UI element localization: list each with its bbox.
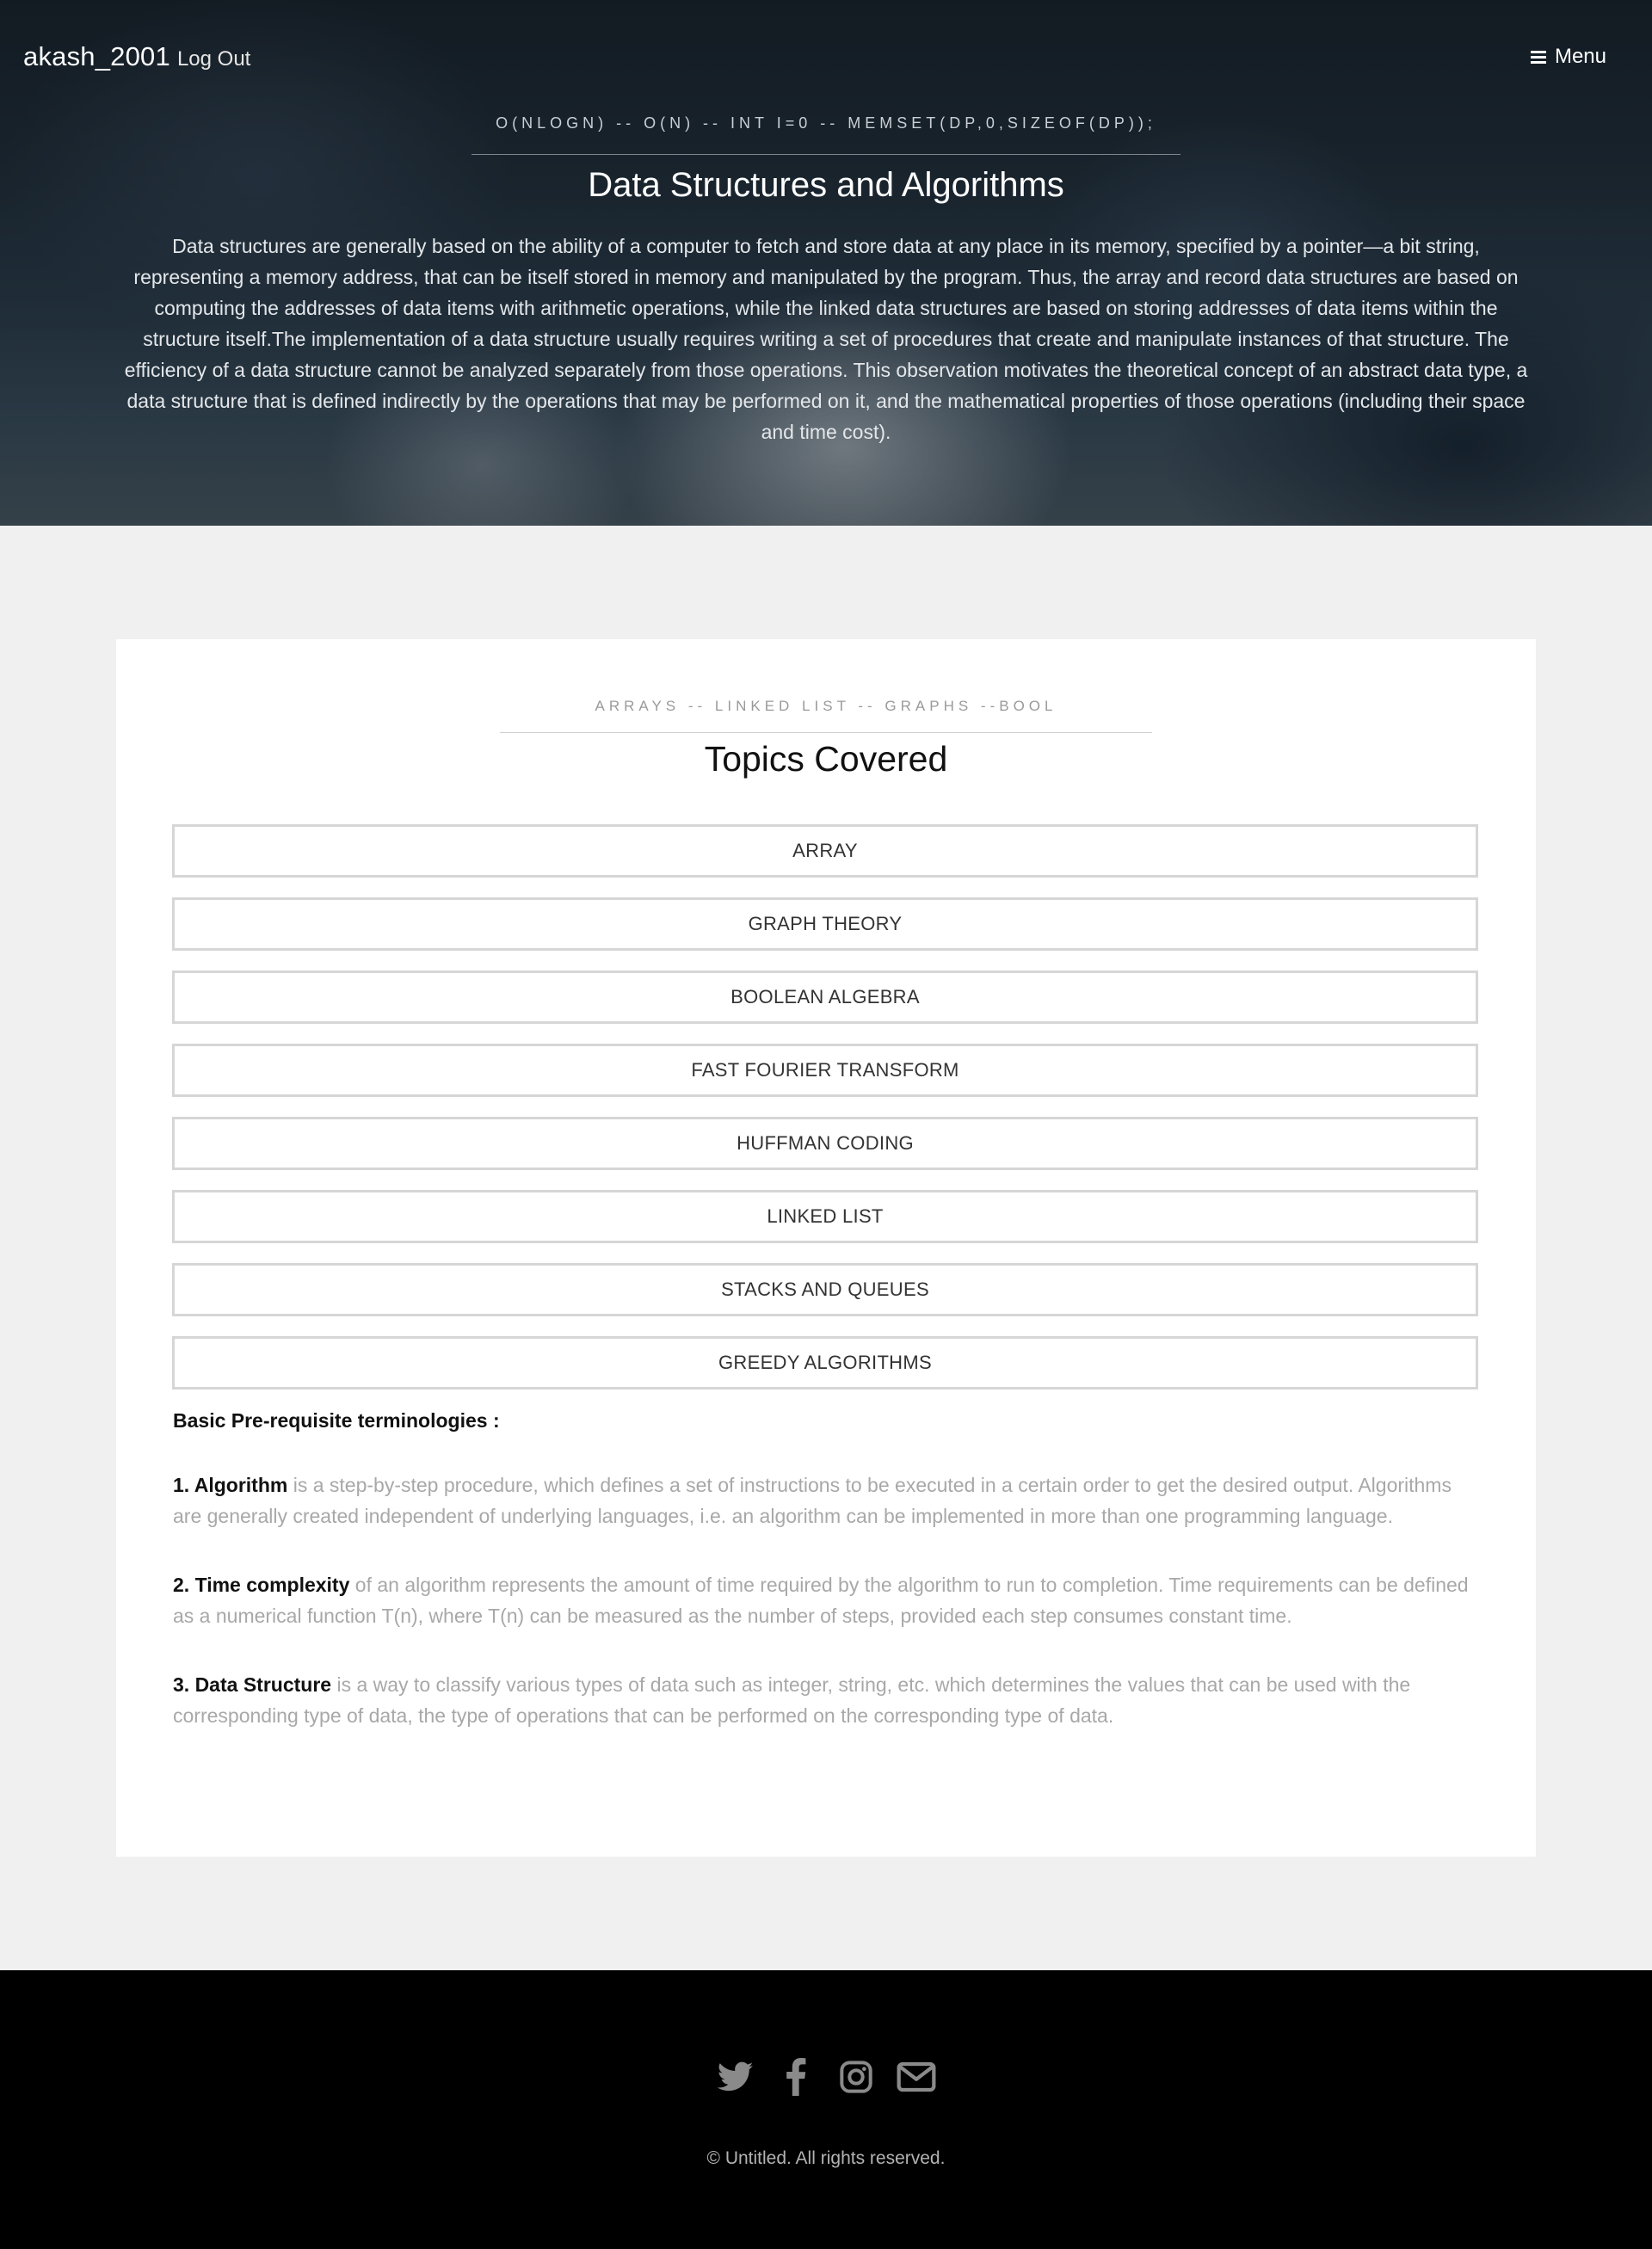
social-links xyxy=(0,2056,1652,2098)
topics-list: ARRAY GRAPH THEORY BOOLEAN ALGEBRA FAST … xyxy=(172,824,1478,1409)
topic-button-fast-fourier-transform[interactable]: FAST FOURIER TRANSFORM xyxy=(172,1044,1478,1097)
topic-button-linked-list[interactable]: LINKED LIST xyxy=(172,1190,1478,1243)
username: akash_2001 xyxy=(23,41,170,71)
term-time-complexity: 2. Time complexity of an algorithm repre… xyxy=(173,1569,1481,1631)
term-name: 3. Data Structure xyxy=(173,1673,332,1696)
topics-subtitle: ARRAYS -- LINKED LIST -- GRAPHS --BOOL xyxy=(595,698,1057,714)
topic-button-stacks-and-queues[interactable]: STACKS AND QUEUES xyxy=(172,1263,1478,1316)
logout-link[interactable]: Log Out xyxy=(177,47,250,71)
term-algorithm: 1. Algorithm is a step-by-step procedure… xyxy=(173,1470,1481,1531)
hero-divider xyxy=(472,154,1180,155)
facebook-icon[interactable] xyxy=(775,2056,817,2098)
term-definition: of an algorithm represents the amount of… xyxy=(173,1574,1469,1627)
topic-button-graph-theory[interactable]: GRAPH THEORY xyxy=(172,897,1478,951)
topic-button-huffman-coding[interactable]: HUFFMAN CODING xyxy=(172,1117,1478,1170)
term-definition: is a step-by-step procedure, which defin… xyxy=(173,1474,1452,1527)
term-name: 1. Algorithm xyxy=(173,1474,288,1496)
menu-label: Menu xyxy=(1554,45,1606,68)
topics-card: ARRAYS -- LINKED LIST -- GRAPHS --BOOL T… xyxy=(116,639,1536,1857)
instagram-icon[interactable] xyxy=(835,2056,877,2098)
term-definition: is a way to classify various types of da… xyxy=(173,1673,1411,1727)
topics-title: Topics Covered xyxy=(704,739,948,779)
hero-title: Data Structures and Algorithms xyxy=(588,166,1064,204)
hero-banner: akash_2001 Log Out Menu O(NLOGN) -- O(N)… xyxy=(0,0,1652,526)
topics-divider xyxy=(500,732,1152,733)
brand: akash_2001 Log Out xyxy=(23,41,250,72)
twitter-icon[interactable] xyxy=(715,2056,756,2098)
term-name: 2. Time complexity xyxy=(173,1574,350,1596)
topic-button-greedy-algorithms[interactable]: GREEDY ALGORITHMS xyxy=(172,1336,1478,1389)
footer xyxy=(0,1970,1652,2249)
prerequisites-heading: Basic Pre-requisite terminologies : xyxy=(173,1409,500,1432)
topic-button-boolean-algebra[interactable]: BOOLEAN ALGEBRA xyxy=(172,970,1478,1024)
prerequisites-section: Basic Pre-requisite terminologies : 1. A… xyxy=(173,1409,1481,1769)
menu-button[interactable]: Menu xyxy=(1530,45,1606,69)
topic-button-array[interactable]: ARRAY xyxy=(172,824,1478,878)
copyright: © Untitled. All rights reserved. xyxy=(706,2148,946,2168)
hamburger-icon xyxy=(1530,51,1546,64)
envelope-icon[interactable] xyxy=(896,2056,937,2098)
hero-subtitle: O(NLOGN) -- O(N) -- INT I=0 -- MEMSET(DP… xyxy=(496,114,1156,132)
term-data-structure: 3. Data Structure is a way to classify v… xyxy=(173,1669,1481,1731)
hero-description: Data structures are generally based on t… xyxy=(124,235,1528,443)
